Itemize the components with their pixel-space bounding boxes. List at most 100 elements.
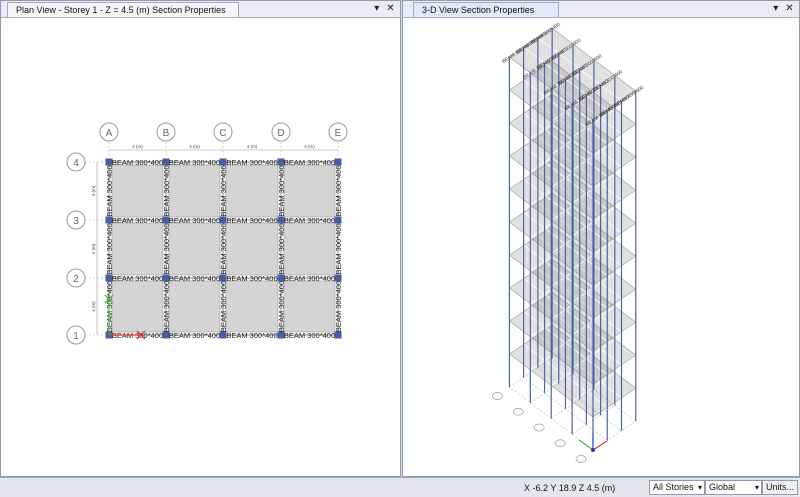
beam-label: BEAM 300*400: [284, 331, 335, 340]
beam-label: BEAM 300*400: [219, 223, 228, 274]
dimension-label: 4 (m): [91, 185, 96, 196]
grid-bubble-3d: [492, 392, 503, 400]
slab-panel: [283, 280, 336, 333]
beam-label: BEAM 300*400: [169, 158, 220, 167]
column-marker: [277, 274, 285, 282]
slab-panel: [168, 280, 221, 333]
3d-view-pane[interactable]: 3-D View Section Properties ▾ ✕ BEAM 300…: [402, 0, 800, 477]
x-axis-arrow: [592, 440, 608, 451]
coordinate-system-selector[interactable]: Global ▾: [705, 480, 762, 495]
tab-3d-view[interactable]: 3-D View Section Properties: [413, 2, 559, 17]
beam-label: BEAM 300*400: [112, 274, 163, 283]
plan-view-controls: ▾ ✕: [371, 3, 396, 15]
column-marker: [162, 331, 170, 339]
beam-label: BEAM 300*400: [334, 223, 343, 274]
column-marker: [162, 158, 170, 166]
beam-label: BEAM 300*400: [105, 165, 114, 216]
close-icon[interactable]: ✕: [784, 3, 795, 15]
dropdown-icon[interactable]: ▾: [371, 3, 382, 15]
dimension-label: 4 (m): [91, 243, 96, 254]
grid-label-row: 2: [73, 274, 79, 285]
column-marker: [334, 274, 342, 282]
chevron-down-icon: ▾: [697, 483, 702, 492]
beam-label: BEAM 300*400: [277, 281, 286, 332]
grid-label-column: A: [106, 128, 113, 139]
beam-label: BEAM 300*400: [112, 216, 163, 225]
story-selector[interactable]: All Stories ▾: [649, 480, 705, 495]
dimension-label: 4 (m): [91, 301, 96, 312]
grid-label-column: B: [163, 128, 170, 139]
grid-bubble-3d: [575, 455, 587, 463]
beam-label: BEAM 300*400: [226, 274, 277, 283]
plan-view-pane[interactable]: Plan View - Storey 1 - Z = 4.5 (m) Secti…: [0, 0, 401, 477]
3d-view-controls: ▾ ✕: [770, 3, 795, 15]
slab-panel: [111, 164, 164, 218]
chevron-down-icon: ▾: [754, 483, 759, 492]
slab-panel: [168, 222, 221, 276]
column-marker: [219, 216, 227, 224]
grid-label-row: 1: [73, 331, 79, 342]
3d-view-canvas[interactable]: BEAM 300*400 BEAM 300*400 BEAM 300*400 BEAM…: [403, 18, 799, 476]
dropdown-icon[interactable]: ▾: [770, 3, 781, 15]
slab-panel: [111, 222, 164, 276]
3d-drawing[interactable]: BEAM 300*400BEAM 300*400BEAM 300*400BEAM…: [403, 18, 799, 476]
beam-label: BEAM 300*400: [219, 281, 228, 332]
column-marker: [277, 331, 285, 339]
column-marker: [334, 158, 342, 166]
grid-label-column: E: [335, 128, 342, 139]
beam-label: BEAM 300*400: [334, 165, 343, 216]
grid-bubble-3d: [554, 439, 566, 448]
beam-label: BEAM 300*400: [169, 274, 220, 283]
etabs-window: Plan View - Storey 1 - Z = 4.5 (m) Secti…: [0, 0, 800, 497]
column-marker: [162, 274, 170, 282]
y-axis-arrow: [578, 439, 594, 451]
grid-label-column: D: [277, 128, 284, 139]
column-marker: [277, 158, 285, 166]
dimension-label: 4 (m): [132, 144, 143, 149]
column-marker: [219, 331, 227, 339]
slab-panel: [283, 164, 336, 218]
grid-label-column: C: [219, 128, 226, 139]
grid-bubble-3d: [533, 423, 545, 432]
slab-panel: [111, 280, 164, 333]
dimension-label: 4 (m): [247, 144, 258, 149]
beam-label: BEAM 300*400: [162, 223, 171, 274]
dimension-label: 4 (m): [189, 144, 200, 149]
column-marker: [219, 274, 227, 282]
slab-panel: [225, 280, 279, 333]
column-marker: [334, 331, 342, 339]
dimension-label: 4 (m): [304, 144, 315, 149]
grid-label-row: 4: [73, 158, 79, 169]
plan-drawing[interactable]: A B C D E 4 3 2 1 4 (m) 4 (m) 4 (m) 4 (m) 4 (m) 4 (m) 4…: [1, 18, 400, 476]
beam-label: BEAM 300*400: [162, 165, 171, 216]
beam-label: BEAM 300*400: [112, 158, 163, 167]
column-marker: [105, 216, 113, 224]
story-selector-value: All Stories: [653, 482, 694, 492]
beam-label: BEAM 300*400: [284, 274, 335, 283]
beam-label: BEAM 300*400: [162, 281, 171, 332]
slab-panel: [168, 164, 221, 218]
units-button[interactable]: Units...: [762, 480, 798, 495]
tab-plan-view[interactable]: Plan View - Storey 1 - Z = 4.5 (m) Secti…: [7, 2, 239, 17]
beam-label: BEAM 300*400: [226, 216, 277, 225]
beam-label: BEAM 300*400: [334, 281, 343, 332]
grid-label-row: 3: [73, 216, 79, 227]
coordinate-system-value: Global: [709, 482, 736, 492]
column-marker: [334, 216, 342, 224]
beam-label: BEAM 300*400: [105, 223, 114, 274]
cursor-coordinates: X -6.2 Y 18.9 Z 4.5 (m): [524, 483, 616, 493]
grid-bubble-3d: [512, 407, 524, 416]
beam-label: BEAM 300*400: [169, 216, 220, 225]
beam-label: BEAM 300*400: [277, 223, 286, 274]
slab-panel: [225, 164, 279, 218]
origin-icon: [591, 448, 595, 452]
column-marker: [277, 216, 285, 224]
column-marker: [105, 158, 113, 166]
beam-label: BEAM 300*400: [226, 158, 277, 167]
slab-panel: [225, 222, 279, 276]
beam-label: BEAM 300*400: [284, 158, 335, 167]
beam-label: BEAM 300*400: [284, 216, 335, 225]
close-icon[interactable]: ✕: [385, 3, 396, 15]
column-marker: [105, 274, 113, 282]
plan-view-canvas[interactable]: A B C D E 4 3 2 1 4 (m) 4 (m) 4 (m) 4 (m) 4 (m) 4 (m) 4…: [1, 18, 400, 476]
